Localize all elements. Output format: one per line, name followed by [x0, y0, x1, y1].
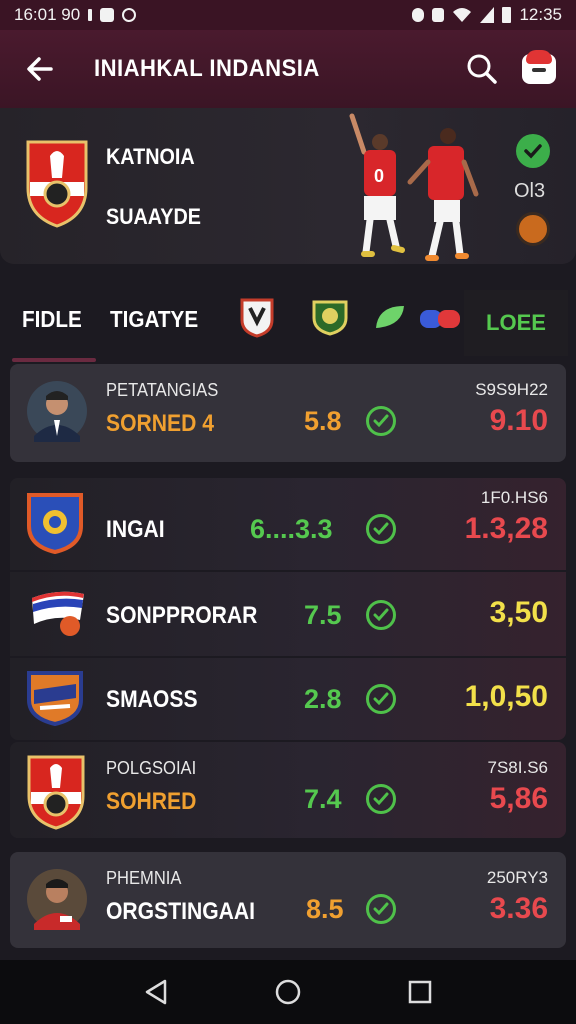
signal-icon	[480, 7, 495, 23]
status-clock: 12:35	[519, 5, 562, 24]
row-value: 2.8	[304, 684, 342, 714]
row-extra: 1F0.HS6	[480, 488, 548, 507]
nav-back-button[interactable]	[136, 972, 176, 1012]
notification-icon	[100, 8, 115, 22]
nav-recents-button[interactable]	[400, 972, 440, 1012]
search-button[interactable]	[462, 49, 502, 89]
sync-icon	[122, 8, 137, 22]
row-check-icon[interactable]	[366, 684, 396, 714]
back-arrow-icon	[27, 57, 53, 81]
wifi-icon	[453, 8, 472, 22]
tab-fidle[interactable]: FIDLE	[22, 306, 82, 333]
row-extra: 250RY3	[486, 868, 548, 887]
toggle-tab-icon[interactable]	[420, 308, 460, 330]
row-check-icon[interactable]	[366, 600, 396, 630]
row-title: ORGSTINGAAI	[106, 898, 256, 925]
row-check-icon[interactable]	[366, 784, 396, 814]
vibrate-icon	[88, 9, 93, 21]
team-flag-icon	[32, 591, 84, 636]
row-value: 8.5	[306, 894, 344, 924]
home-team-crest-icon	[26, 140, 88, 228]
tab-active-indicator	[12, 358, 96, 362]
team-crest-icon	[27, 671, 83, 726]
nfc-icon	[432, 8, 445, 22]
players-photo: 0	[349, 113, 479, 261]
square-recents-icon	[408, 980, 432, 1004]
row-subtitle: POLGSOIAI	[106, 758, 197, 778]
app-bar: INIAHKAL INDANSIA	[0, 30, 576, 108]
list-item[interactable]: POLGSOIAI SOHRED 7.4 7S8I.S6 5,86	[10, 742, 566, 838]
row-odd: 1.3,28	[464, 512, 548, 545]
tab-tigatye[interactable]: TIGATYE	[110, 306, 198, 333]
row-subtitle: PHEMNIA	[106, 868, 182, 888]
team-crest-icon	[27, 493, 83, 554]
back-button[interactable]	[20, 49, 60, 89]
row-value: 5.8	[304, 406, 342, 436]
match-badge-icon[interactable]	[516, 212, 550, 246]
person-avatar	[27, 869, 87, 930]
tab-bar: FIDLE TIGATYE LOEE	[0, 282, 576, 362]
row-check-icon[interactable]	[366, 406, 396, 436]
battery-icon	[502, 7, 512, 23]
match-status-check-icon	[516, 134, 550, 168]
row-title: SOHRED	[106, 788, 197, 815]
shield-status-icon	[412, 8, 425, 22]
match-card[interactable]: KATNOIA SUAAYDE 0 Ol3	[0, 108, 576, 264]
row-title: SMAOSS	[106, 686, 198, 713]
row-title: SORNED 4	[106, 410, 214, 437]
list-item[interactable]: SONPPRORAR 7.5 3,50	[10, 572, 566, 656]
row-extra: S9S9H22	[475, 380, 548, 399]
triangle-back-icon	[145, 979, 167, 1005]
status-left: 16:01 90	[14, 5, 137, 25]
circle-home-icon	[275, 979, 301, 1005]
home-team-name: KATNOIA	[106, 144, 195, 169]
list-item[interactable]: PETATANGIAS SORNED 4 5.8 S9S9H22 9.10	[10, 364, 566, 462]
row-check-icon[interactable]	[366, 894, 396, 924]
row-odd: 3.36	[489, 892, 548, 925]
club-crest-tab-icon[interactable]	[240, 298, 274, 338]
tab-live[interactable]: LOEE	[464, 290, 568, 356]
row-title: INGAI	[106, 516, 165, 543]
row-odd: 1,0,50	[464, 680, 548, 713]
row-subtitle: PETATANGIAS	[106, 380, 219, 400]
away-team-name: SUAAYDE	[106, 204, 202, 229]
row-value: 7.4	[304, 784, 342, 814]
match-score: Ol3	[514, 180, 546, 202]
system-nav-bar	[0, 960, 576, 1024]
row-value: 7.5	[304, 600, 342, 630]
row-odd: 3,50	[489, 596, 548, 629]
row-check-icon[interactable]	[366, 514, 396, 544]
league-badge-tab-icon[interactable]	[312, 298, 348, 336]
row-extra: 7S8I.S6	[487, 758, 549, 777]
nav-home-button[interactable]	[268, 972, 308, 1012]
row-odd: 5,86	[489, 782, 548, 815]
leaf-tab-icon[interactable]	[374, 302, 406, 332]
search-icon	[467, 54, 497, 84]
page-title: INIAHKAL INDANSIA	[94, 55, 320, 82]
status-right: 12:35	[412, 5, 562, 25]
svg-text:0: 0	[374, 166, 384, 186]
list-item[interactable]: INGAI 6....3.3 1F0.HS6 1.3,28	[10, 478, 566, 570]
row-title: SONPPRORAR	[106, 602, 258, 629]
status-time: 16:01 90	[14, 5, 81, 24]
team-crest-icon	[27, 755, 85, 830]
profile-avatar-button[interactable]	[522, 50, 556, 84]
person-avatar	[27, 381, 87, 442]
list-item[interactable]: PHEMNIA ORGSTINGAAI 8.5 250RY3 3.36	[10, 852, 566, 948]
list-item[interactable]: SMAOSS 2.8 1,0,50	[10, 658, 566, 740]
row-odd: 9.10	[489, 404, 548, 437]
row-value: 6....3.3	[250, 514, 333, 544]
status-bar: 16:01 90 12:35	[0, 0, 576, 30]
